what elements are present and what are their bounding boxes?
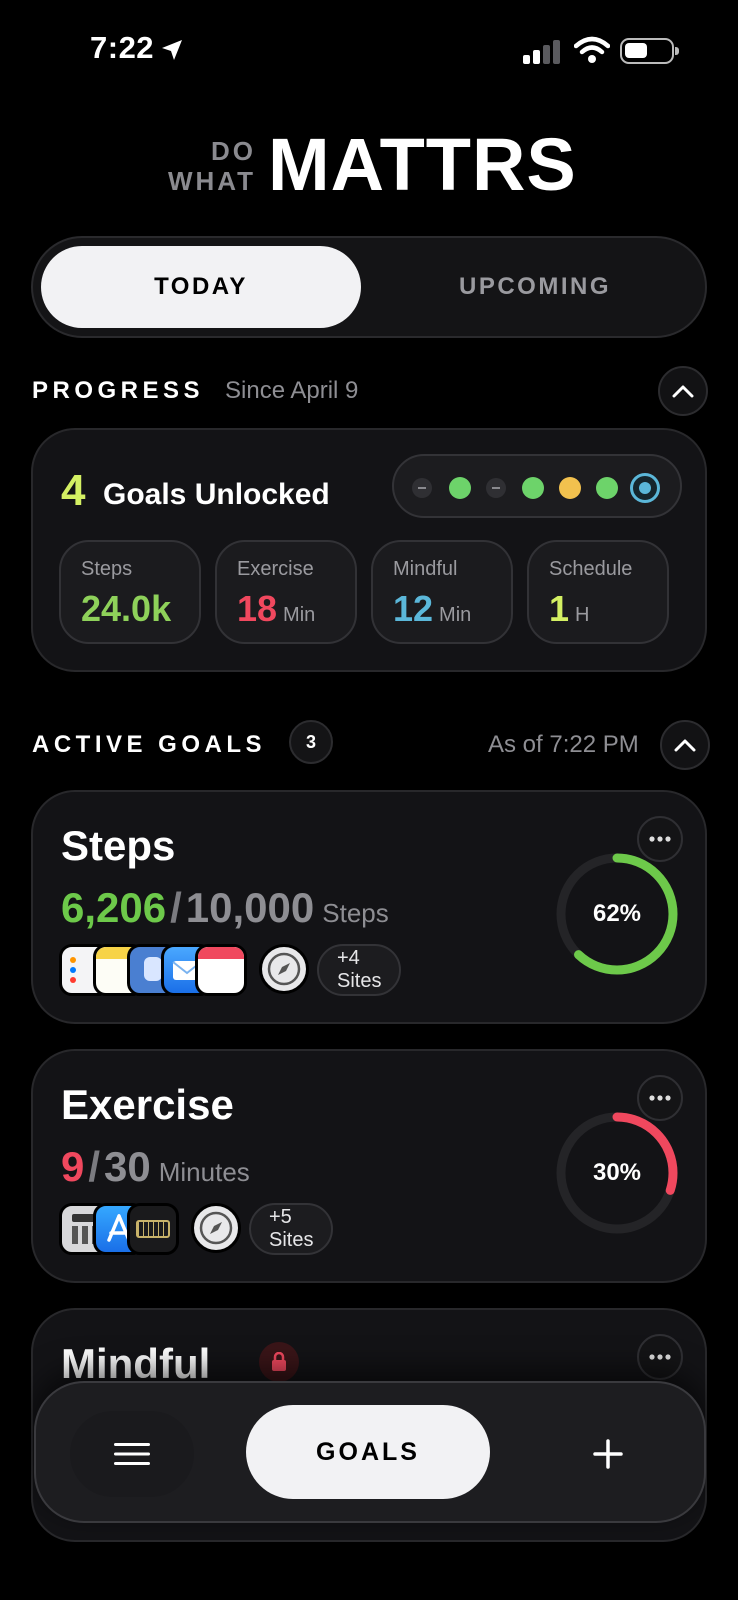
stat-unit: Min <box>283 604 316 626</box>
goal-unit: Minutes <box>158 1157 250 1187</box>
day-dot <box>522 477 544 499</box>
goal-title: Exercise <box>61 1081 234 1128</box>
progress-since: Since April 9 <box>225 377 359 404</box>
progress-section-title: PROGRESS <box>32 377 205 404</box>
goal-more-button[interactable] <box>637 1334 683 1380</box>
view-switcher: TODAY UPCOMING <box>31 236 707 338</box>
active-goals-title: ACTIVE GOALS <box>32 731 267 758</box>
logo-brand: MATTRS <box>268 123 577 206</box>
sites-chip[interactable]: +5 Sites <box>249 1203 334 1255</box>
progress-collapse-button[interactable] <box>658 366 708 416</box>
goal-current: 9 <box>61 1143 85 1190</box>
stat-steps[interactable]: Steps 24.0k <box>59 540 201 644</box>
ruler-icon <box>127 1203 179 1255</box>
stat-value: 12 <box>393 588 434 629</box>
active-goals-as-of: As of 7:22 PM <box>488 731 639 758</box>
goal-unit: Steps <box>322 898 389 928</box>
stat-label: Exercise <box>237 558 314 580</box>
stat-unit: Min <box>439 604 472 626</box>
bottom-nav: GOALS <box>34 1381 706 1523</box>
progress-card: 4 Goals Unlocked Steps 24.0k Exercise 18… <box>31 428 707 672</box>
menu-button[interactable] <box>70 1411 194 1497</box>
today-dot <box>630 473 660 503</box>
active-goals-count-badge: 3 <box>289 720 333 764</box>
add-goal-button[interactable] <box>546 1411 670 1497</box>
plus-icon <box>593 1439 623 1469</box>
stat-label: Steps <box>81 558 133 580</box>
status-time: 7:22 <box>90 30 155 65</box>
ellipsis-icon <box>649 1354 671 1360</box>
goal-progress-values: 9/30 Minutes <box>61 1143 250 1191</box>
stat-value: 18 <box>237 588 278 629</box>
day-dot <box>486 478 506 498</box>
day-dot <box>412 478 432 498</box>
ellipsis-icon <box>649 1095 671 1101</box>
goal-separator: / <box>170 884 182 931</box>
goal-card-exercise[interactable]: Exercise 9/30 Minutes 30% +5 Sites <box>31 1049 707 1283</box>
hamburger-menu-icon <box>114 1443 150 1465</box>
logo-what: WHAT <box>167 166 256 196</box>
calendar-icon <box>195 944 247 996</box>
goals-unlocked-label: Goals Unlocked <box>103 478 330 511</box>
status-bar: 7:22 <box>0 0 738 100</box>
goal-separator: / <box>88 1143 101 1190</box>
stat-value: 24.0k <box>81 588 172 629</box>
stat-schedule[interactable]: Schedule 1H <box>527 540 669 644</box>
day-progress-dots <box>392 454 682 518</box>
goal-percent: 62% <box>592 900 642 927</box>
goal-progress-values: 6,206/10,000 Steps <box>61 884 389 932</box>
day-dot <box>559 477 581 499</box>
tab-today[interactable]: TODAY <box>41 246 361 328</box>
stat-label: Mindful <box>393 558 458 580</box>
goal-target: 30 <box>104 1143 151 1190</box>
stat-exercise[interactable]: Exercise 18 Min <box>215 540 357 644</box>
stat-unit: H <box>575 604 590 626</box>
tab-upcoming[interactable]: UPCOMING <box>373 246 697 328</box>
screen: 7:22 DO WHAT MATTRS TODAY UPCOMING PROGR… <box>0 0 738 1600</box>
logo-do: DO <box>211 136 256 166</box>
cellular-signal-icon <box>523 40 560 64</box>
day-dot <box>449 477 471 499</box>
goals-button[interactable]: GOALS <box>246 1405 490 1499</box>
ellipsis-icon <box>649 836 671 842</box>
day-dot <box>596 477 618 499</box>
safari-icon <box>191 1203 241 1253</box>
location-arrow-icon <box>162 40 182 60</box>
chevron-up-icon <box>674 739 696 752</box>
goals-unlocked-count: 4 <box>61 466 86 515</box>
goal-current: 6,206 <box>61 884 167 931</box>
battery-icon <box>620 38 679 64</box>
lock-icon <box>259 1342 299 1382</box>
chevron-up-icon <box>672 385 694 398</box>
goal-title: Steps <box>61 822 176 869</box>
sites-chip[interactable]: +4 Sites <box>317 944 402 996</box>
stat-label: Schedule <box>549 558 633 580</box>
active-goals-collapse-button[interactable] <box>660 720 710 770</box>
goal-target: 10,000 <box>185 884 315 931</box>
goal-percent: 30% <box>592 1159 642 1186</box>
safari-icon <box>259 944 309 994</box>
stat-mindful[interactable]: Mindful 12 Min <box>371 540 513 644</box>
wifi-icon <box>574 36 610 63</box>
goal-card-steps[interactable]: Steps 6,206/10,000 Steps 62% +4 Sites <box>31 790 707 1024</box>
stat-value: 1 <box>549 588 570 629</box>
